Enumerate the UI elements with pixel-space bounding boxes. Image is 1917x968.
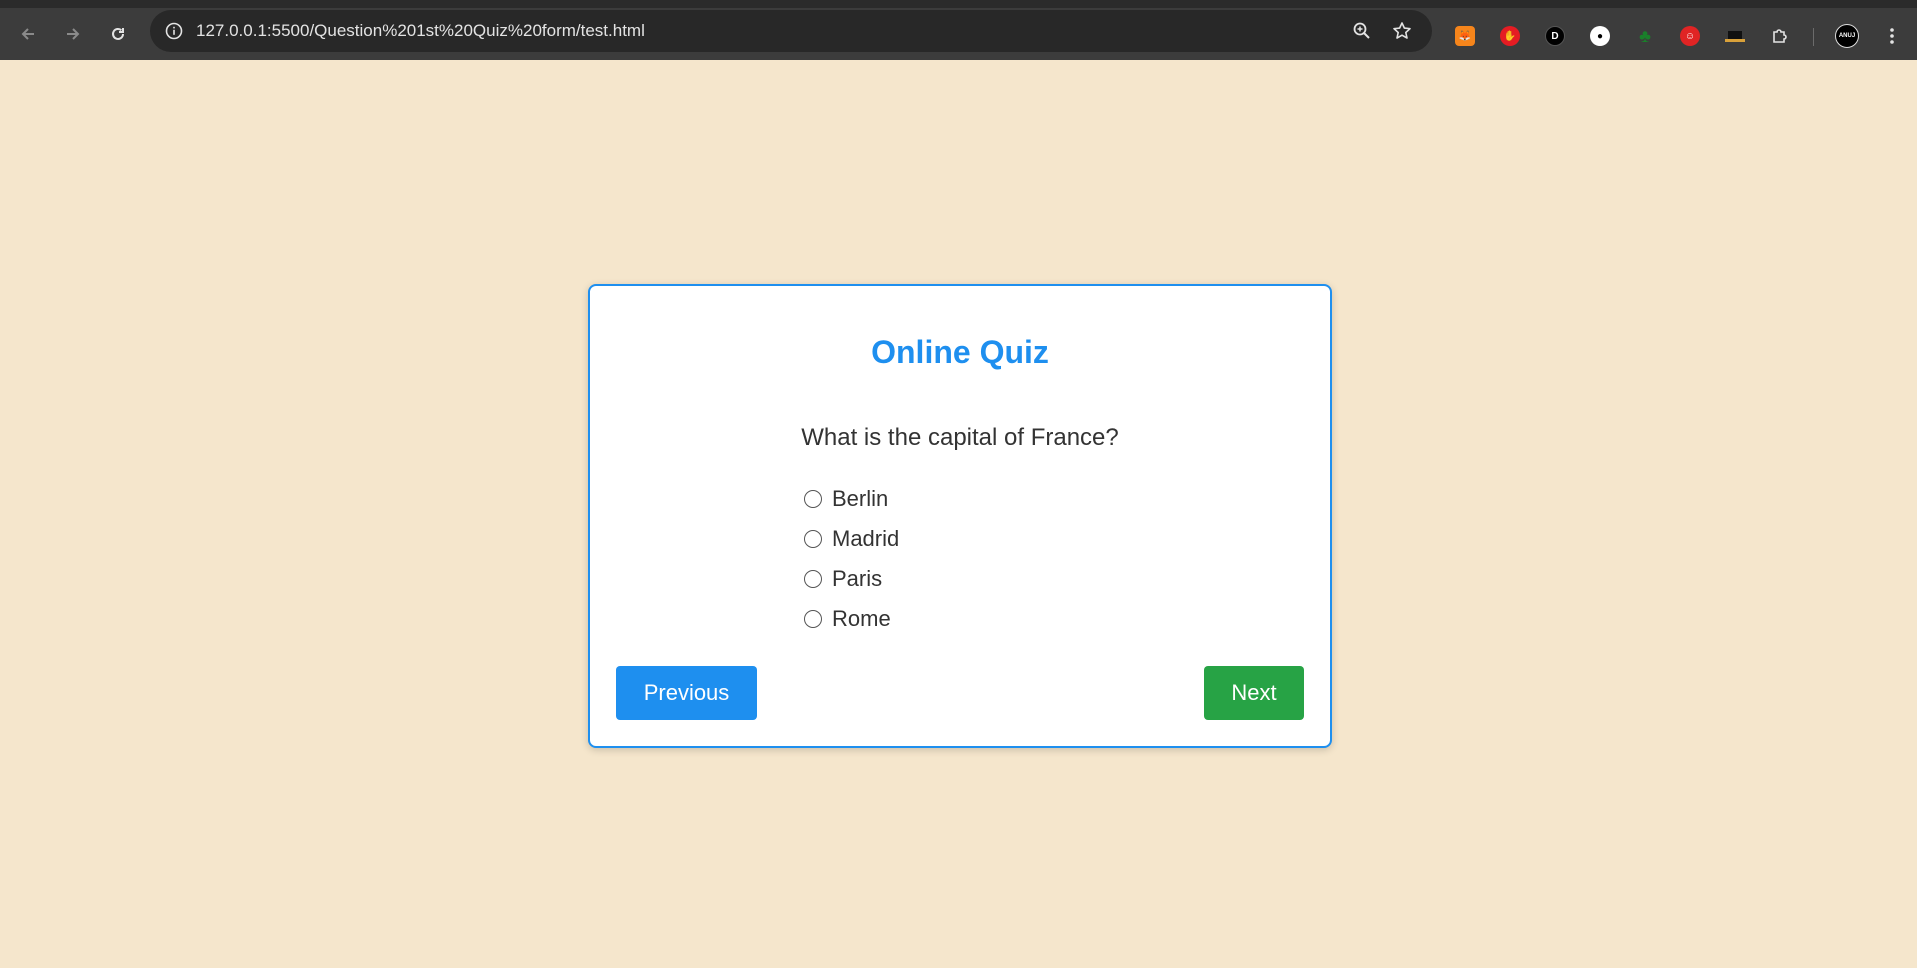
- radio-button[interactable]: [804, 530, 822, 548]
- avatar[interactable]: ANUJ: [1833, 22, 1861, 50]
- browser-toolbar: 127.0.0.1:5500/Question%201st%20Quiz%20f…: [0, 0, 1917, 60]
- dark-laptop-extension-icon[interactable]: [1721, 22, 1749, 50]
- puzzle-icon[interactable]: [1766, 22, 1794, 50]
- option-paris[interactable]: Paris: [802, 559, 1102, 599]
- page-title: Online Quiz: [871, 334, 1049, 370]
- dark-extension-icon[interactable]: D: [1541, 22, 1569, 50]
- arrow-left-icon[interactable]: [10, 16, 46, 52]
- option-rome[interactable]: Rome: [802, 599, 1102, 639]
- option-label: Berlin: [832, 486, 889, 511]
- option-label: Madrid: [832, 526, 900, 551]
- option-berlin[interactable]: Berlin: [802, 479, 1102, 519]
- radio-button[interactable]: [804, 490, 822, 508]
- answer-options: Berlin Madrid Paris Rome: [802, 479, 1102, 639]
- toolbar-divider: [1813, 28, 1814, 46]
- star-icon[interactable]: [1390, 19, 1414, 43]
- arrow-right-icon[interactable]: [55, 16, 91, 52]
- next-button[interactable]: Next: [1204, 666, 1304, 720]
- option-madrid[interactable]: Madrid: [802, 519, 1102, 559]
- url-text[interactable]: 127.0.0.1:5500/Question%201st%20Quiz%20f…: [196, 21, 645, 41]
- reload-icon[interactable]: [100, 16, 136, 52]
- adblock-extension-icon[interactable]: ✋: [1496, 22, 1524, 50]
- zoom-icon[interactable]: [1350, 19, 1374, 43]
- option-label: Paris: [832, 566, 883, 591]
- clover-extension-icon[interactable]: ♣: [1631, 22, 1659, 50]
- previous-button[interactable]: Previous: [616, 666, 757, 720]
- red-mascot-extension-icon[interactable]: ☺: [1676, 22, 1704, 50]
- radio-button[interactable]: [804, 570, 822, 588]
- question-text: What is the capital of France?: [801, 424, 1119, 451]
- option-label: Rome: [832, 606, 891, 631]
- quiz-card: Online Quiz What is the capital of Franc…: [588, 284, 1332, 748]
- radio-button[interactable]: [804, 610, 822, 628]
- kebab-menu-icon[interactable]: [1878, 22, 1906, 50]
- address-bar[interactable]: 127.0.0.1:5500/Question%201st%20Quiz%20f…: [150, 10, 1432, 52]
- metamask-extension-icon[interactable]: 🦊: [1451, 22, 1479, 50]
- info-icon[interactable]: [162, 19, 186, 43]
- github-extension-icon[interactable]: ●: [1586, 22, 1614, 50]
